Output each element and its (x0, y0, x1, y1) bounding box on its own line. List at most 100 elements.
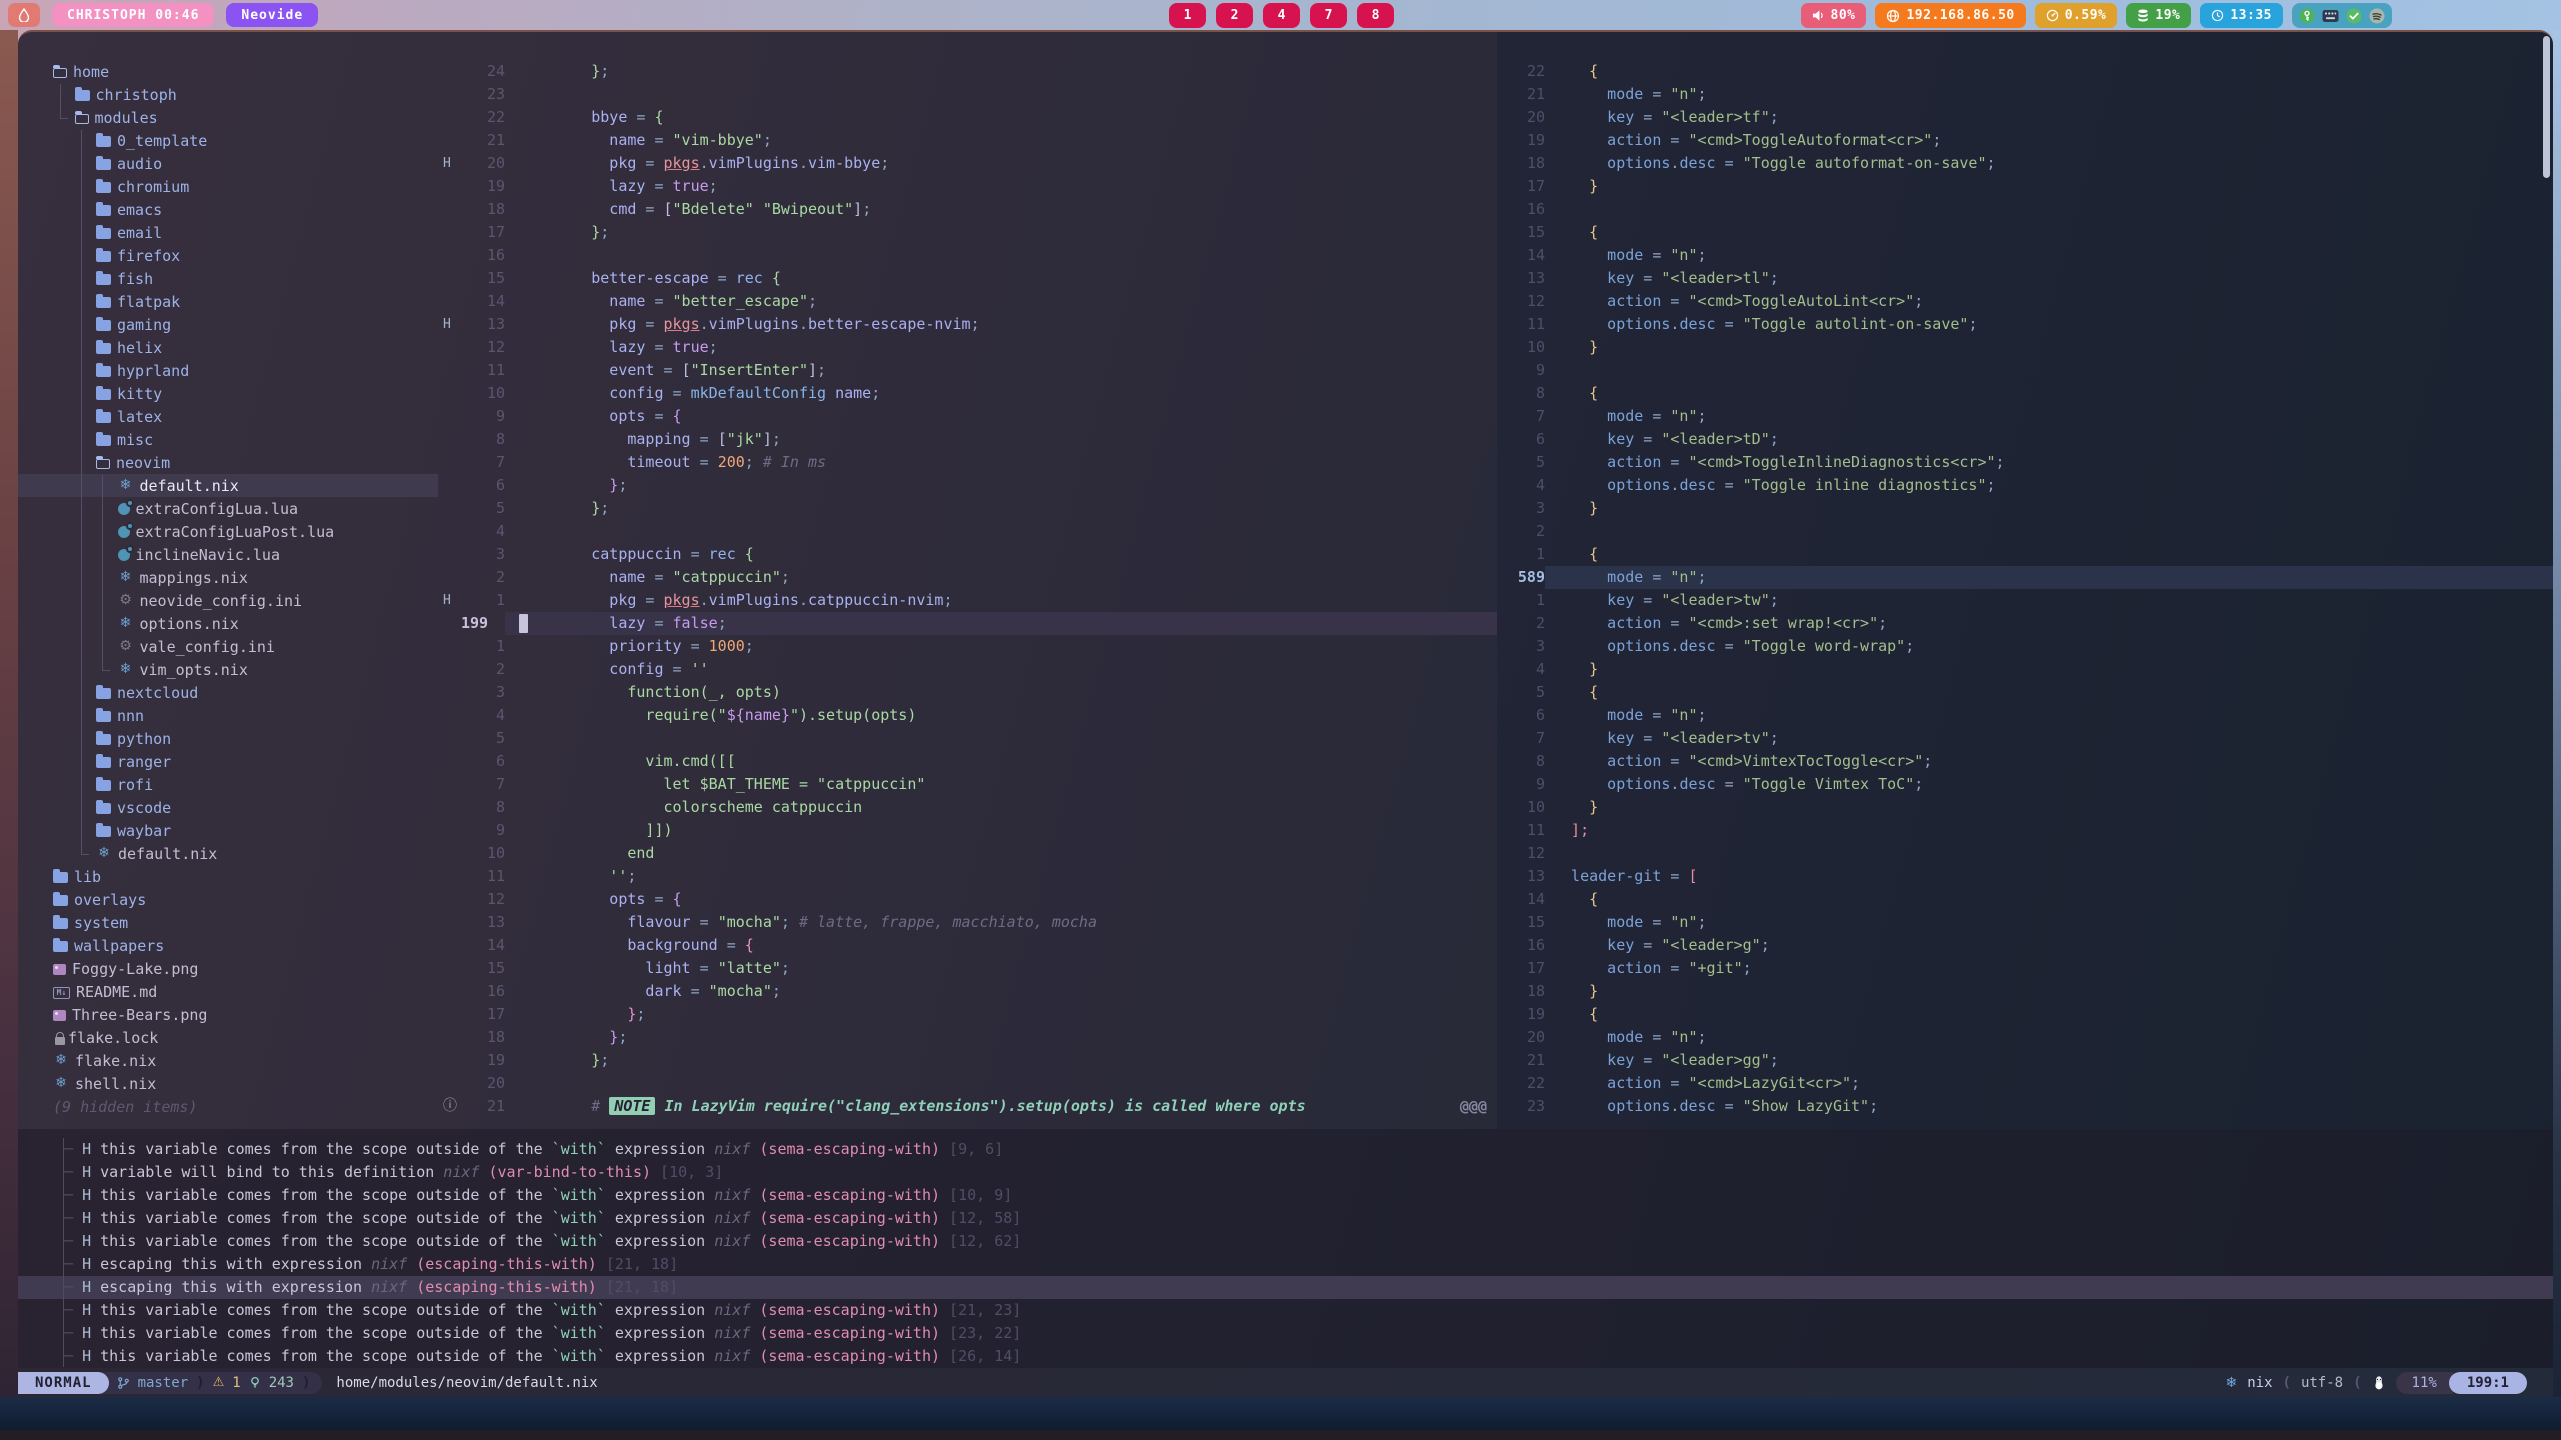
code-line[interactable]: 12 (1497, 842, 2553, 865)
memory-indicator[interactable]: 19% (2126, 3, 2191, 28)
code-line[interactable]: 17 } (1497, 175, 2553, 198)
code-line[interactable]: 21 mode = "n"; (1497, 83, 2553, 106)
code-line[interactable]: 15 mode = "n"; (1497, 911, 2553, 934)
editor-pane-right[interactable]: 22 {21 mode = "n";20 key = "<leader>tf";… (1497, 32, 2553, 1129)
tree-item-system[interactable]: system (18, 911, 438, 934)
tree-item-Three-Bears.png[interactable]: Three-Bears.png (18, 1003, 438, 1026)
code-line[interactable]: 19 { (1497, 1003, 2553, 1026)
key-icon[interactable] (2299, 8, 2315, 24)
diagnostic-row-selected[interactable]: ─ H escaping this with expression nixf (… (18, 1276, 2553, 1299)
tree-item-Foggy-Lake.png[interactable]: Foggy-Lake.png (18, 957, 438, 980)
code-line[interactable]: 11 options.desc = "Toggle autolint-on-sa… (1497, 313, 2553, 336)
code-line[interactable]: 6 vim.cmd([[ (438, 750, 1497, 773)
code-line[interactable]: 5 { (1497, 681, 2553, 704)
editor-pane-left[interactable]: 24 };2322 bbye = {21 name = "vim-bbye";H… (438, 32, 1497, 1129)
code-line[interactable]: 22 bbye = { (438, 106, 1497, 129)
spotify-icon[interactable] (2369, 8, 2385, 24)
code-line[interactable]: 19 }; (438, 1049, 1497, 1072)
tree-item-README.md[interactable]: M↓README.md (18, 980, 438, 1003)
tree-item-lib[interactable]: lib (18, 865, 438, 888)
code-line[interactable]: 11 event = ["InsertEnter"]; (438, 359, 1497, 382)
code-line[interactable]: 13 key = "<leader>tl"; (1497, 267, 2553, 290)
code-line[interactable]: 5 (438, 727, 1497, 750)
code-line[interactable]: 8 colorscheme catppuccin (438, 796, 1497, 819)
code-line[interactable]: 9 ]]) (438, 819, 1497, 842)
code-line[interactable]: ⓘ21 # NOTE In LazyVim require("clang_ext… (438, 1095, 1497, 1118)
code-line-current[interactable]: 199 lazy = false; (438, 612, 1497, 635)
code-line[interactable]: 6 key = "<leader>tD"; (1497, 428, 2553, 451)
workspace-button-8[interactable]: 8 (1357, 3, 1394, 28)
code-line[interactable]: 22 action = "<cmd>LazyGit<cr>"; (1497, 1072, 2553, 1095)
code-line[interactable]: 7 timeout = 200; # In ms (438, 451, 1497, 474)
tree-item-shell.nix[interactable]: ❄shell.nix (18, 1072, 438, 1095)
code-line[interactable]: 1 { (1497, 543, 2553, 566)
network-indicator[interactable]: 192.168.86.50 (1875, 3, 2025, 28)
diagnostic-row[interactable]: ─ H variable will bind to this definitio… (18, 1161, 2553, 1184)
tree-item-overlays[interactable]: overlays (18, 888, 438, 911)
volume-indicator[interactable]: 80% (1801, 3, 1867, 28)
code-line[interactable]: 24 }; (438, 60, 1497, 83)
code-line[interactable]: 5 action = "<cmd>ToggleInlineDiagnostics… (1497, 451, 2553, 474)
code-line[interactable]: 4 options.desc = "Toggle inline diagnost… (1497, 474, 2553, 497)
code-line-current[interactable]: 589 mode = "n"; (1497, 566, 2553, 589)
workspace-button-4[interactable]: 4 (1263, 3, 1300, 28)
code-line[interactable]: 18 }; (438, 1026, 1497, 1049)
code-line[interactable]: 23 options.desc = "Show LazyGit"; (1497, 1095, 2553, 1118)
code-line[interactable]: 6 }; (438, 474, 1497, 497)
code-line[interactable]: 17 }; (438, 1003, 1497, 1026)
code-line[interactable]: 17 action = "+git"; (1497, 957, 2553, 980)
code-line[interactable]: 3 function(_, opts) (438, 681, 1497, 704)
diagnostic-row[interactable]: ─ H this variable comes from the scope o… (18, 1322, 2553, 1345)
code-line[interactable]: 19 action = "<cmd>ToggleAutoformat<cr>"; (1497, 129, 2553, 152)
code-line[interactable]: 11 ''; (438, 865, 1497, 888)
code-line[interactable]: 10 } (1497, 796, 2553, 819)
code-line[interactable]: 4 require("${name}").setup(opts) (438, 704, 1497, 727)
code-line[interactable]: H20 pkg = pkgs.vimPlugins.vim-bbye; (438, 152, 1497, 175)
code-line[interactable]: 16 (438, 244, 1497, 267)
code-line[interactable]: 12 action = "<cmd>ToggleAutoLint<cr>"; (1497, 290, 2553, 313)
code-line[interactable]: 20 key = "<leader>tf"; (1497, 106, 2553, 129)
code-line[interactable]: 14 { (1497, 888, 2553, 911)
code-line[interactable]: 9 options.desc = "Toggle Vimtex ToC"; (1497, 773, 2553, 796)
code-line[interactable]: 6 mode = "n"; (1497, 704, 2553, 727)
clock-indicator[interactable]: 13:35 (2200, 3, 2283, 28)
code-line[interactable]: 18 } (1497, 980, 2553, 1003)
workspace-button-2[interactable]: 2 (1216, 3, 1253, 28)
code-line[interactable]: 20 mode = "n"; (1497, 1026, 2553, 1049)
workspace-button-1[interactable]: 1 (1169, 3, 1206, 28)
code-line[interactable]: 7 let $BAT_THEME = "catppuccin" (438, 773, 1497, 796)
code-line[interactable]: 4 (438, 520, 1497, 543)
code-line[interactable]: 13 flavour = "mocha"; # latte, frappe, m… (438, 911, 1497, 934)
code-line[interactable]: 21 key = "<leader>gg"; (1497, 1049, 2553, 1072)
code-line[interactable]: 10 } (1497, 336, 2553, 359)
code-line[interactable]: 19 lazy = true; (438, 175, 1497, 198)
code-line[interactable]: 2 config = '' (438, 658, 1497, 681)
tree-item-flake.lock[interactable]: flake.lock (18, 1026, 438, 1049)
code-line[interactable]: 12 opts = { (438, 888, 1497, 911)
diagnostic-row[interactable]: ─ H this variable comes from the scope o… (18, 1184, 2553, 1207)
code-line[interactable]: 4 } (1497, 658, 2553, 681)
workspace-clock-pill[interactable]: CHRISTOPH 00:46 (52, 3, 214, 27)
diagnostic-row[interactable]: ─ H this variable comes from the scope o… (18, 1299, 2553, 1322)
code-line[interactable]: 2 (1497, 520, 2553, 543)
tree-item-9hiddenitems[interactable]: (9 hidden items) (18, 1095, 438, 1118)
code-line[interactable]: 16 key = "<leader>g"; (1497, 934, 2553, 957)
code-line[interactable]: 8 mapping = ["jk"]; (438, 428, 1497, 451)
code-line[interactable]: 14 mode = "n"; (1497, 244, 2553, 267)
workspace-button-7[interactable]: 7 (1310, 3, 1347, 28)
scrollbar-thumb[interactable] (2543, 36, 2550, 178)
tree-item-christoph[interactable]: christoph (18, 83, 438, 106)
code-line[interactable]: 1 priority = 1000; (438, 635, 1497, 658)
code-line[interactable]: 10 config = mkDefaultConfig name; (438, 382, 1497, 405)
code-line[interactable]: 15 { (1497, 221, 2553, 244)
code-line[interactable]: 18 cmd = ["Bdelete" "Bwipeout"]; (438, 198, 1497, 221)
code-line[interactable]: 9 opts = { (438, 405, 1497, 428)
code-line[interactable]: 3 catppuccin = rec { (438, 543, 1497, 566)
code-line[interactable]: 15 better-escape = rec { (438, 267, 1497, 290)
code-line[interactable]: 2 name = "catppuccin"; (438, 566, 1497, 589)
code-line[interactable]: 11 ]; (1497, 819, 2553, 842)
diagnostic-row[interactable]: ─ H this variable comes from the scope o… (18, 1138, 2553, 1161)
active-app-pill[interactable]: Neovide (226, 3, 318, 27)
check-icon[interactable] (2346, 8, 2362, 24)
code-line[interactable]: 9 (1497, 359, 2553, 382)
